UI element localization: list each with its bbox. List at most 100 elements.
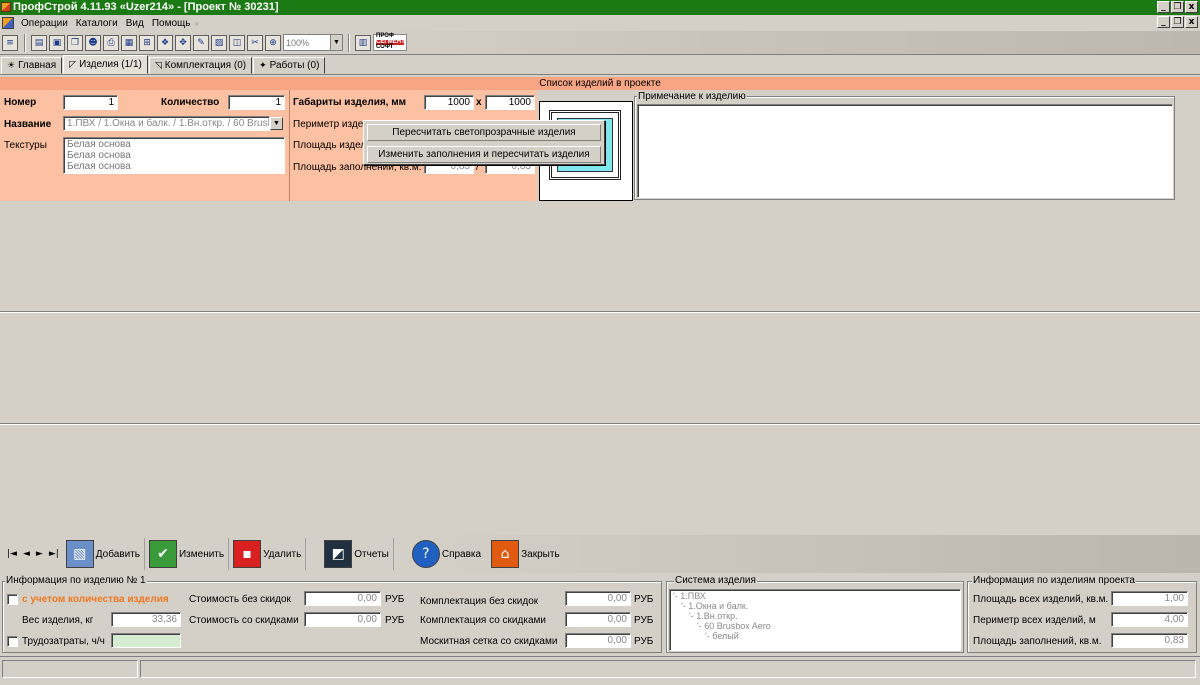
tree-node[interactable]: '- белый <box>673 631 957 641</box>
cost-discount-field[interactable]: 0,00 <box>304 612 381 627</box>
tools-icon[interactable]: ✂ <box>247 34 263 51</box>
texture-item: Белая основа <box>67 139 131 150</box>
quantity-field[interactable]: 1 <box>228 95 285 110</box>
recalc-glazed-menu-item[interactable]: Пересчитать светопрозрачные изделия <box>367 124 601 141</box>
chevron-down-icon[interactable]: ▼ <box>330 35 342 50</box>
note-textarea[interactable] <box>637 104 1173 198</box>
print-icon[interactable]: ⎙ <box>103 34 119 51</box>
close-button[interactable]: ⌂ Закрыть <box>485 538 564 570</box>
window-icon: ◸ <box>69 59 77 70</box>
chevron-down-icon[interactable]: ▼ <box>270 117 283 130</box>
weight-label: Вес изделия, кг <box>22 615 94 626</box>
profsegment-logo[interactable]: ПРОФ СЕГМЕНТ СОФТ <box>373 34 407 51</box>
table-icon[interactable]: ⊞ <box>139 34 155 51</box>
copy-icon[interactable]: ❐ <box>67 34 83 51</box>
mdi-minimize-button[interactable]: _ <box>1157 16 1170 28</box>
next-record-button[interactable]: ► <box>36 549 43 559</box>
labor-checkbox[interactable] <box>7 636 18 647</box>
tab-items[interactable]: ◸ Изделия (1/1) <box>63 55 148 74</box>
currency-label: РУБ <box>634 636 654 647</box>
name-select[interactable]: 1.ПВХ / 1.Окна и балк. / 1.Вн.откр. / 60… <box>63 116 270 131</box>
tree-node[interactable]: '- 1.Окна и балк. <box>673 601 957 611</box>
last-record-button[interactable]: ►| <box>49 549 59 559</box>
tree-node[interactable]: '- 1.ПВХ <box>673 591 957 601</box>
cost-no-discount-field[interactable]: 0,00 <box>304 591 381 606</box>
window-title: ПрофСтрой 4.11.93 «Uzer214» - [Проект № … <box>13 1 279 13</box>
height-field[interactable]: 1000 <box>485 95 535 110</box>
open-icon[interactable]: ▤ <box>31 34 47 51</box>
close-house-icon: ⌂ <box>491 540 520 568</box>
items-list-header: Список изделий в проекте <box>0 77 1200 90</box>
reports-button-label: Отчеты <box>354 548 389 560</box>
action-bar: |◄ ◄ ► ►| ▧ Добавить ✔ Изменить ▪ Удалит… <box>0 535 1200 573</box>
with-quantity-label: с учетом количества изделия <box>22 594 169 605</box>
home-icon: ☀ <box>7 60 16 71</box>
edit-button[interactable]: ✔ Изменить <box>145 538 230 570</box>
reports-button[interactable]: ◩ Отчеты <box>306 538 394 570</box>
restore-button[interactable]: ❐ <box>1171 1 1184 13</box>
texture-item: Белая основа <box>67 161 131 172</box>
menu-operations[interactable]: Операции <box>17 18 72 29</box>
system-tree[interactable]: '- 1.ПВХ '- 1.Окна и балк. '- 1.Вн.откр.… <box>669 589 961 651</box>
project-fill-area-field[interactable]: 0,83 <box>1111 633 1188 648</box>
window-titlebar: ПрофСтрой 4.11.93 «Uzer214» - [Проект № … <box>0 0 1200 15</box>
prev-record-button[interactable]: ◄ <box>23 549 30 559</box>
mdi-restore-button[interactable]: ❐ <box>1171 16 1184 28</box>
list-icon[interactable]: ≡ <box>2 34 18 51</box>
items-workspace[interactable] <box>0 202 1200 530</box>
move-icon[interactable]: ✥ <box>175 34 191 51</box>
image-icon[interactable]: ▨ <box>211 34 227 51</box>
labor-field[interactable] <box>111 633 181 648</box>
perimeter-all-field[interactable]: 4,00 <box>1111 612 1188 627</box>
dimensions-label: Габариты изделия, мм <box>293 97 407 108</box>
mosquito-net-label: Москитная сетка со скидками <box>420 636 558 647</box>
quantity-label: Количество <box>161 97 220 108</box>
doc-icon[interactable] <box>2 17 14 29</box>
zoom-icon[interactable]: ⊕ <box>265 34 281 51</box>
tab-components[interactable]: ◹ Комплектация (0) <box>148 57 253 74</box>
tab-main[interactable]: ☀ Главная <box>1 57 63 74</box>
group-icon[interactable]: ❖ <box>157 34 173 51</box>
textures-list[interactable]: Белая основа Белая основа Белая основа <box>63 137 285 174</box>
calculator-icon[interactable]: ▥ <box>355 34 371 51</box>
currency-label: РУБ <box>385 594 405 605</box>
toolbar: ≡ ▤ ▣ ❐ ☻ ⎙ ▦ ⊞ ❖ ✥ ✎ ▨ ◫ ✂ ⊕ 100% ▼ ▥ П… <box>0 31 1200 55</box>
window-controls: _ ❐ x <box>1157 1 1198 13</box>
users-icon[interactable]: ☻ <box>85 34 101 51</box>
name-label: Название <box>4 119 52 130</box>
width-field[interactable]: 1000 <box>424 95 474 110</box>
first-record-button[interactable]: |◄ <box>7 549 17 559</box>
with-quantity-checkbox[interactable] <box>7 594 18 605</box>
tab-works[interactable]: ✦ Работы (0) <box>253 57 326 74</box>
menu-catalogs[interactable]: Каталоги <box>72 18 122 29</box>
mosquito-net-field[interactable]: 0,00 <box>565 633 631 648</box>
mdi-close-button[interactable]: x <box>1185 16 1198 28</box>
tree-node[interactable]: '- 1.Вн.откр. <box>673 611 957 621</box>
menu-help[interactable]: Помощь <box>148 18 195 29</box>
weight-field[interactable]: 33,36 <box>111 612 181 627</box>
area-all-field[interactable]: 1,00 <box>1111 591 1188 606</box>
kit-no-discount-field[interactable]: 0,00 <box>565 591 631 606</box>
number-field[interactable]: 1 <box>63 95 118 110</box>
kit-discount-field[interactable]: 0,00 <box>565 612 631 627</box>
minimize-button[interactable]: _ <box>1157 1 1170 13</box>
perimeter-all-label: Периметр всех изделий, м <box>973 615 1096 626</box>
menu-view[interactable]: Вид <box>122 18 148 29</box>
zoom-select[interactable]: 100% ▼ <box>283 34 343 51</box>
menu-overflow-icon[interactable]: » <box>194 19 198 28</box>
delete-button[interactable]: ▪ Удалить <box>229 538 307 570</box>
help-button[interactable]: ? Справка <box>394 538 485 570</box>
chart-icon[interactable]: ◫ <box>229 34 245 51</box>
app-icon[interactable] <box>1 2 11 12</box>
tab-label: Изделия (1/1) <box>79 59 142 70</box>
draw-icon[interactable]: ✎ <box>193 34 209 51</box>
add-button[interactable]: ▧ Добавить <box>62 538 145 570</box>
edit-check-icon: ✔ <box>148 540 177 568</box>
divider <box>0 423 1200 425</box>
close-button[interactable]: x <box>1185 1 1198 13</box>
dims-separator: x <box>476 97 482 108</box>
preview-icon[interactable]: ▣ <box>49 34 65 51</box>
catalog-icon[interactable]: ▦ <box>121 34 137 51</box>
change-fills-menu-item[interactable]: Изменить заполнения и пересчитать издели… <box>367 146 601 163</box>
tree-node[interactable]: '- 60 Brusbox Aero <box>673 621 957 631</box>
